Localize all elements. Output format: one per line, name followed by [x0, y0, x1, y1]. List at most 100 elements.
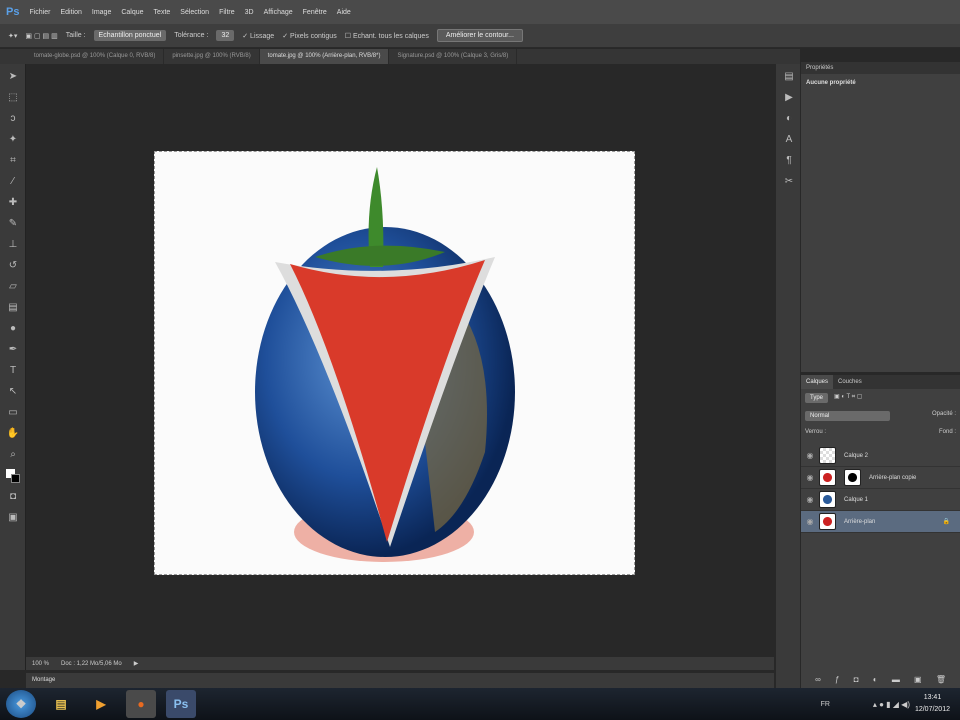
fill-label: Fond : — [938, 429, 956, 435]
refine-edge-button[interactable]: Améliorer le contour... — [436, 29, 523, 42]
menu-fichier[interactable]: Fichier — [29, 9, 50, 16]
history-brush-icon[interactable]: ↺ — [6, 259, 20, 273]
tab-calques[interactable]: Calques — [801, 375, 834, 389]
eye-icon[interactable]: ◉ — [801, 473, 819, 482]
eye-icon[interactable]: ◉ — [801, 495, 819, 504]
magic-wand-tool-icon[interactable]: ✦▾ — [8, 32, 17, 40]
language-indicator[interactable]: FR — [821, 701, 830, 708]
history-panel-icon[interactable]: ▤ — [782, 70, 796, 84]
lasso-tool-icon[interactable]: ↄ — [6, 112, 20, 126]
tab-document[interactable]: Signature.psd @ 100% (Calque 3, Gris/8) — [389, 49, 518, 64]
gradient-tool-icon[interactable]: ▤ — [6, 301, 20, 315]
tab-document[interactable]: pinsette.jpg @ 100% (RVB/8) — [164, 49, 260, 64]
explorer-icon[interactable]: ▤ — [46, 690, 76, 718]
document-tabs: tomate-globe.psd @ 100% (Calque 0, RVB/8… — [0, 49, 800, 64]
properties-tab[interactable]: Propriétés — [801, 62, 960, 74]
contigu-checkbox[interactable]: ✓ Pixels contigus — [282, 32, 337, 40]
menu-aide[interactable]: Aide — [337, 9, 351, 16]
layer-mask-thumbnail[interactable] — [844, 469, 861, 486]
layer-thumbnail — [819, 491, 836, 508]
opacity-label: Opacité : — [931, 411, 956, 417]
menu-affichage[interactable]: Affichage — [264, 9, 293, 16]
layer-name: Calque 1 — [844, 496, 869, 503]
brush-tool-icon[interactable]: ✎ — [6, 217, 20, 231]
menu-fenetre[interactable]: Fenêtre — [303, 9, 327, 16]
stamp-tool-icon[interactable]: ⊥ — [6, 238, 20, 252]
lock-icon: 🔒 — [942, 519, 950, 525]
move-tool-icon[interactable]: ➤ — [6, 70, 20, 84]
adjustments-panel-icon[interactable]: ◐ — [782, 112, 796, 126]
eye-icon[interactable]: ◉ — [801, 451, 819, 460]
tomato-globe-image — [255, 167, 515, 562]
dodge-tool-icon[interactable]: ● — [6, 322, 20, 336]
hand-tool-icon[interactable]: ✋ — [6, 427, 20, 441]
photoshop-logo: Ps — [6, 6, 20, 18]
tolerance-label: Tolérance : — [174, 32, 209, 39]
tab-document-active[interactable]: tomate.jpg @ 100% (Arrière-plan, RVB/8*) — [259, 49, 390, 64]
menu-3d[interactable]: 3D — [245, 9, 254, 16]
marquee-tool-icon[interactable]: ⬚ — [6, 91, 20, 105]
contigu-label: Pixels contigus — [290, 32, 337, 40]
eye-icon[interactable]: ◉ — [801, 517, 819, 526]
options-bar: ✦▾ ▣ ▢ ▤ ▥ Taille : Echantillon ponctuel… — [0, 24, 960, 48]
crop-tool-icon[interactable]: ⌗ — [6, 154, 20, 168]
menu-texte[interactable]: Texte — [154, 9, 171, 16]
magic-wand-tool-icon[interactable]: ✦ — [6, 133, 20, 147]
all-layers-checkbox[interactable]: ☐ Echant. tous les calques — [345, 32, 429, 40]
lissage-checkbox[interactable]: ✓ Lissage — [242, 32, 274, 40]
start-button-icon[interactable]: ❖ — [6, 690, 36, 718]
paragraph-panel-icon[interactable]: ¶ — [782, 154, 796, 168]
layer-row-selected[interactable]: ◉ Arrière-plan 🔒 — [801, 511, 960, 533]
clock[interactable]: 13:41 12/07/2012 — [915, 692, 950, 716]
color-swatches-icon[interactable] — [6, 469, 20, 483]
shape-tool-icon[interactable]: ▭ — [6, 406, 20, 420]
size-select[interactable]: Echantillon ponctuel — [93, 30, 167, 41]
menu-selection[interactable]: Sélection — [180, 9, 209, 16]
windows-taskbar: ❖ ▤ ▶ ● Ps FR ▴ ● ▮ ◢ ◀) 13:41 12/07/2012 — [0, 688, 960, 720]
type-tool-icon[interactable]: T — [6, 364, 20, 378]
menu-bar: Ps Fichier Edition Image Calque Texte Sé… — [0, 0, 960, 24]
menu-edition[interactable]: Edition — [60, 9, 81, 16]
media-player-icon[interactable]: ▶ — [86, 690, 116, 718]
layers-panel: Calques Couches Type ▣ ◐ T ⌗ ▢ Normal Opa… — [801, 375, 960, 688]
clock-time: 13:41 — [923, 694, 942, 701]
tolerance-input[interactable]: 32 — [216, 30, 235, 41]
layer-row[interactable]: ◉ Calque 1 — [801, 489, 960, 511]
tools-preset-icon[interactable]: ✂ — [782, 175, 796, 189]
status-menu-arrow-icon[interactable]: ▶ — [134, 660, 139, 667]
firefox-icon[interactable]: ● — [126, 690, 156, 718]
layer-row[interactable]: ◉ Calque 2 — [801, 445, 960, 467]
lock-label: Verrou : — [805, 429, 827, 435]
clock-date: 12/07/2012 — [914, 706, 950, 713]
tools-panel: ➤ ⬚ ↄ ✦ ⌗ ⁄ ✚ ✎ ⊥ ↺ ▱ ▤ ● ✒ T ↖ ▭ ✋ ⌕ ◘ … — [0, 64, 26, 670]
zoom-level[interactable]: 100 % — [32, 661, 49, 667]
zoom-tool-icon[interactable]: ⌕ — [6, 448, 20, 462]
path-select-icon[interactable]: ↖ — [6, 385, 20, 399]
eyedropper-tool-icon[interactable]: ⁄ — [6, 175, 20, 189]
menu-filtre[interactable]: Filtre — [219, 9, 235, 16]
doc-size: Doc : 1,22 Mo/5,06 Mo — [61, 660, 122, 667]
photoshop-taskbar-icon[interactable]: Ps — [166, 690, 196, 718]
tab-document[interactable]: tomate-globe.psd @ 100% (Calque 0, RVB/8… — [26, 49, 165, 64]
eraser-tool-icon[interactable]: ▱ — [6, 280, 20, 294]
layer-row[interactable]: ◉ Arrière-plan copie — [801, 467, 960, 489]
document-canvas[interactable] — [154, 151, 635, 575]
pen-tool-icon[interactable]: ✒ — [6, 343, 20, 357]
tray-icons[interactable]: ▴ ● ▮ ◢ ◀) — [873, 700, 910, 709]
character-panel-icon[interactable]: A — [782, 133, 796, 147]
healing-tool-icon[interactable]: ✚ — [6, 196, 20, 210]
actions-panel-icon[interactable]: ▶ — [782, 91, 796, 105]
screen-mode-icon[interactable]: ▣ — [6, 511, 20, 525]
layer-name: Arrière-plan — [844, 518, 876, 525]
menu-calque[interactable]: Calque — [121, 9, 143, 16]
tab-couches[interactable]: Couches — [833, 375, 867, 389]
size-label: Taille : — [65, 32, 86, 39]
selection-mode-icons[interactable]: ▣ ▢ ▤ ▥ — [25, 32, 57, 40]
filter-icons[interactable]: ▣ ◐ T ⌗ ▢ — [834, 393, 862, 403]
montage-panel[interactable]: Montage — [26, 673, 774, 688]
blend-mode-select[interactable]: Normal — [805, 411, 890, 421]
menu-image[interactable]: Image — [92, 9, 111, 16]
layer-filter-select[interactable]: Type — [805, 393, 829, 403]
quick-mask-icon[interactable]: ◘ — [6, 490, 20, 504]
layer-actions-icons[interactable]: ∞ ƒ ◘ ◐ ▬ ▣ 🗑 — [815, 675, 952, 684]
